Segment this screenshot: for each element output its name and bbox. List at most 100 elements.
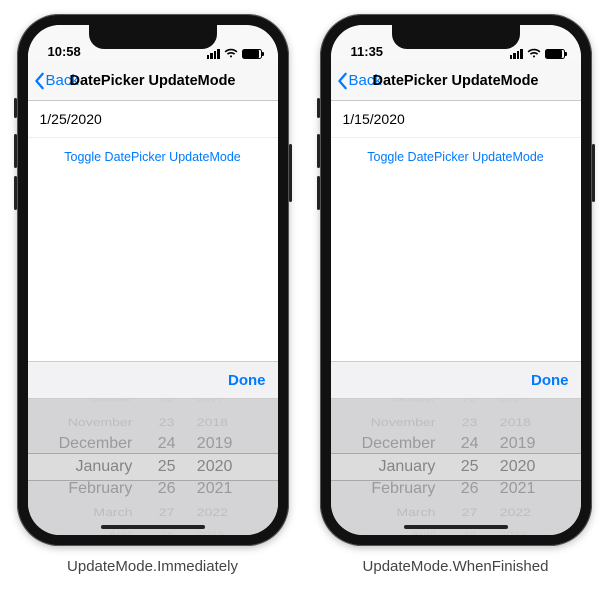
year-option-selected[interactable]: 2020 [197, 456, 233, 479]
back-button[interactable]: Back [28, 72, 79, 90]
done-button[interactable]: Done [531, 372, 569, 389]
done-button[interactable]: Done [228, 372, 266, 389]
picker-toolbar: Done [331, 361, 581, 399]
iphone-frame: 11:35 Back DatePicker UpdateMode 1 [320, 14, 592, 546]
content-area: 1/15/2020 Toggle DatePicker UpdateMode [331, 101, 581, 361]
day-option[interactable]: 23 [159, 413, 175, 432]
home-indicator [404, 525, 508, 529]
year-option[interactable]: 2023 [500, 528, 527, 535]
year-option[interactable]: 2022 [197, 503, 228, 522]
comparison-stage: 10:58 Back DatePicker UpdateMode 1 [0, 0, 608, 575]
left-column: 10:58 Back DatePicker UpdateMode 1 [17, 14, 289, 575]
day-option-selected[interactable]: 25 [461, 456, 479, 479]
day-wheel[interactable]: 22 23 24 25 26 27 28 [142, 399, 190, 535]
nav-bar: Back DatePicker UpdateMode [28, 61, 278, 101]
picker-toolbar: Done [28, 361, 278, 399]
left-caption: UpdateMode.Immediately [67, 558, 238, 575]
year-option[interactable]: 2021 [197, 478, 233, 501]
month-option[interactable]: December [362, 433, 436, 456]
month-option[interactable]: February [371, 478, 435, 501]
right-caption: UpdateMode.WhenFinished [363, 558, 549, 575]
date-picker[interactable]: October November December January Februa… [28, 399, 278, 535]
volume-up-button [14, 134, 17, 168]
date-value-field[interactable]: 1/15/2020 [331, 101, 581, 138]
chevron-left-icon [34, 72, 46, 90]
month-option[interactable]: November [68, 413, 133, 432]
month-option[interactable]: March [93, 503, 132, 522]
chevron-left-icon [337, 72, 349, 90]
notch [89, 25, 217, 49]
day-option[interactable]: 28 [463, 528, 476, 535]
month-option-selected[interactable]: January [378, 456, 435, 479]
status-icons [207, 48, 262, 59]
month-option[interactable]: November [371, 413, 436, 432]
signal-icon [510, 49, 523, 59]
mute-switch [14, 98, 17, 118]
year-option[interactable]: 2017 [500, 399, 527, 406]
picker-columns: October November December January Februa… [331, 399, 581, 535]
day-option-selected[interactable]: 25 [158, 456, 176, 479]
nav-bar: Back DatePicker UpdateMode [331, 61, 581, 101]
month-option[interactable]: February [68, 478, 132, 501]
volume-down-button [317, 176, 320, 210]
year-option[interactable]: 2022 [500, 503, 531, 522]
month-option[interactable]: April [411, 528, 435, 535]
back-label: Back [46, 72, 79, 89]
status-icons [510, 48, 565, 59]
back-button[interactable]: Back [331, 72, 382, 90]
power-button [289, 144, 292, 202]
status-time: 10:58 [48, 44, 81, 59]
month-option[interactable]: December [59, 433, 133, 456]
day-option[interactable]: 24 [158, 433, 176, 456]
right-column: 11:35 Back DatePicker UpdateMode 1 [320, 14, 592, 575]
mute-switch [317, 98, 320, 118]
signal-icon [207, 49, 220, 59]
month-wheel[interactable]: October November December January Februa… [331, 399, 446, 535]
month-option[interactable]: October [90, 399, 133, 406]
month-option-selected[interactable]: January [75, 456, 132, 479]
month-option[interactable]: March [396, 503, 435, 522]
toggle-updatemode-button[interactable]: Toggle DatePicker UpdateMode [331, 138, 581, 176]
day-option[interactable]: 22 [160, 399, 173, 406]
year-option[interactable]: 2018 [197, 413, 228, 432]
home-indicator [101, 525, 205, 529]
battery-icon [545, 49, 565, 59]
wifi-icon [527, 48, 541, 59]
day-option[interactable]: 28 [160, 528, 173, 535]
iphone-frame: 10:58 Back DatePicker UpdateMode 1 [17, 14, 289, 546]
power-button [592, 144, 595, 202]
month-wheel[interactable]: October November December January Februa… [28, 399, 143, 535]
year-option[interactable]: 2023 [197, 528, 224, 535]
day-option[interactable]: 22 [463, 399, 476, 406]
wifi-icon [224, 48, 238, 59]
day-option[interactable]: 27 [462, 503, 478, 522]
year-option[interactable]: 2017 [197, 399, 224, 406]
notch [392, 25, 520, 49]
battery-icon [242, 49, 262, 59]
month-option[interactable]: April [108, 528, 132, 535]
screen: 11:35 Back DatePicker UpdateMode 1 [331, 25, 581, 535]
year-wheel[interactable]: 2017 2018 2019 2020 2021 2022 2023 [494, 399, 581, 535]
day-option[interactable]: 24 [461, 433, 479, 456]
content-area: 1/25/2020 Toggle DatePicker UpdateMode [28, 101, 278, 361]
year-option[interactable]: 2019 [500, 433, 536, 456]
year-wheel[interactable]: 2017 2018 2019 2020 2021 2022 2023 [191, 399, 278, 535]
year-option[interactable]: 2019 [197, 433, 233, 456]
month-option[interactable]: October [393, 399, 436, 406]
day-option[interactable]: 23 [462, 413, 478, 432]
volume-up-button [317, 134, 320, 168]
screen: 10:58 Back DatePicker UpdateMode 1 [28, 25, 278, 535]
day-option[interactable]: 26 [158, 478, 176, 501]
day-option[interactable]: 27 [159, 503, 175, 522]
year-option[interactable]: 2018 [500, 413, 531, 432]
date-picker[interactable]: October November December January Februa… [331, 399, 581, 535]
day-option[interactable]: 26 [461, 478, 479, 501]
picker-columns: October November December January Februa… [28, 399, 278, 535]
year-option-selected[interactable]: 2020 [500, 456, 536, 479]
volume-down-button [14, 176, 17, 210]
day-wheel[interactable]: 22 23 24 25 26 27 28 [445, 399, 493, 535]
year-option[interactable]: 2021 [500, 478, 536, 501]
toggle-updatemode-button[interactable]: Toggle DatePicker UpdateMode [28, 138, 278, 176]
date-value-field[interactable]: 1/25/2020 [28, 101, 278, 138]
status-time: 11:35 [351, 44, 384, 59]
